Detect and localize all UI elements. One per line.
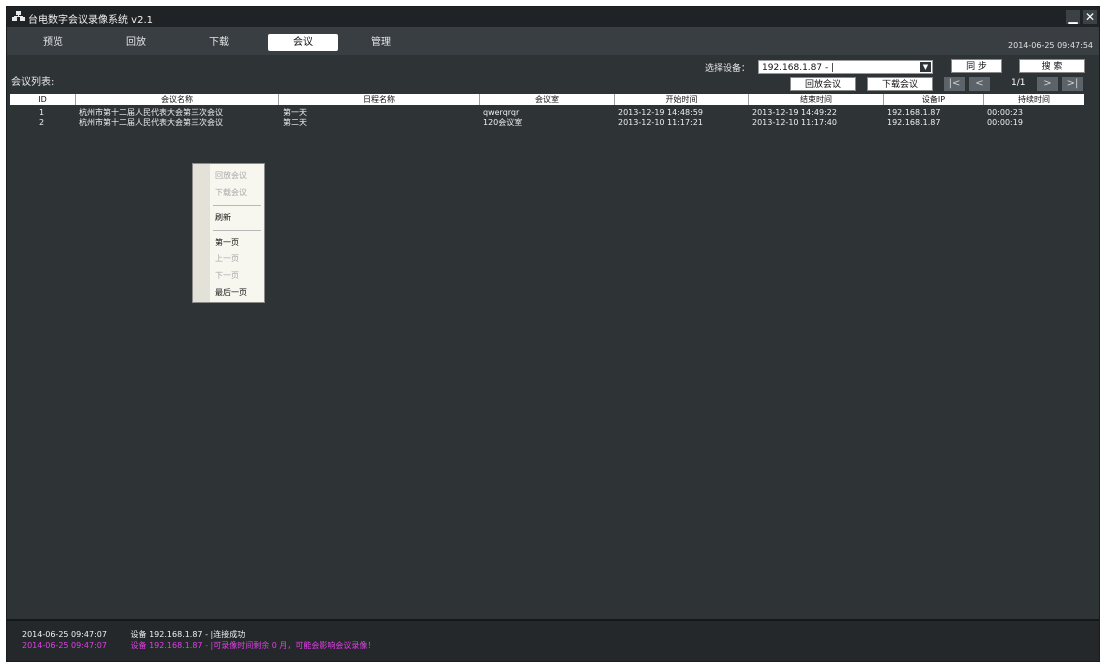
cell-duration: 00:00:23 <box>987 108 1023 117</box>
sync-button[interactable]: 同 步 <box>951 59 1002 73</box>
column-header-meeting-name[interactable]: 会议名称 <box>76 94 279 105</box>
cell-id: 1 <box>39 108 45 117</box>
log-timestamp: 2014-06-25 09:47:07 <box>22 641 107 650</box>
log-entry: 2014-06-25 09:47:07 设备 192.168.1.87 - |连… <box>22 629 245 640</box>
column-header-id[interactable]: ID <box>10 94 76 105</box>
menu-separator <box>213 205 261 206</box>
last-page-button[interactable]: >| <box>1062 77 1083 91</box>
menu-item-download-meeting[interactable]: 下载会议 <box>215 187 247 198</box>
table-header: ID 会议名称 日程名称 会议室 开始时间 结束时间 设备IP 持续时间 <box>10 94 1084 105</box>
cell-meeting-name: 杭州市第十二届人民代表大会第三次会议 <box>79 118 223 127</box>
device-select-value: 192.168.1.87 - | <box>762 63 835 73</box>
menu-item-first-page[interactable]: 第一页 <box>215 237 239 248</box>
column-header-device-ip[interactable]: 设备IP <box>884 94 984 105</box>
playback-meeting-button[interactable]: 回放会议 <box>790 77 856 91</box>
cell-meeting-name: 杭州市第十二届人民代表大会第三次会议 <box>79 108 223 117</box>
log-entry: 2014-06-25 09:47:07 设备 192.168.1.87 - |可… <box>22 640 375 651</box>
cell-room: qwerqrqr <box>483 108 520 117</box>
app-window: 台电数字会议录像系统 v2.1 ▁ ✕ 预览 回放 下载 会议 管理 2014-… <box>6 6 1100 662</box>
main-tab-bar: 预览 回放 下载 会议 管理 2014-06-25 09:47:54 <box>7 27 1099 55</box>
prev-page-button[interactable]: < <box>969 77 990 91</box>
column-header-room[interactable]: 会议室 <box>480 94 615 105</box>
cell-device-ip: 192.168.1.87 <box>887 108 941 117</box>
first-page-button[interactable]: |< <box>944 77 965 91</box>
column-header-end-time[interactable]: 结束时间 <box>749 94 884 105</box>
title-bar: 台电数字会议录像系统 v2.1 ▁ ✕ <box>7 7 1099 27</box>
chevron-down-icon[interactable]: ▼ <box>920 62 931 72</box>
log-message: 设备 192.168.1.87 - |可录像时间剩余 0 月，可能会影响会议录像… <box>130 641 376 650</box>
table-row[interactable]: 1 杭州市第十二届人民代表大会第三次会议 第一天 qwerqrqr 2013-1… <box>10 108 1084 118</box>
column-header-start-time[interactable]: 开始时间 <box>615 94 749 105</box>
tab-preview[interactable]: 预览 <box>18 34 88 51</box>
tab-playback[interactable]: 回放 <box>101 34 171 51</box>
system-clock: 2014-06-25 09:47:54 <box>1008 41 1093 50</box>
download-meeting-button[interactable]: 下载会议 <box>867 77 933 91</box>
menu-item-last-page[interactable]: 最后一页 <box>215 287 247 298</box>
log-panel: 2014-06-25 09:47:07 设备 192.168.1.87 - |连… <box>7 619 1099 661</box>
menu-item-playback-meeting[interactable]: 回放会议 <box>215 170 247 181</box>
next-page-button[interactable]: > <box>1037 77 1058 91</box>
column-header-duration[interactable]: 持续时间 <box>984 94 1084 105</box>
device-select[interactable]: 192.168.1.87 - | ▼ <box>758 60 933 74</box>
cell-device-ip: 192.168.1.87 <box>887 118 941 127</box>
close-button[interactable]: ✕ <box>1083 10 1097 24</box>
cell-agenda-name: 第一天 <box>283 108 307 117</box>
menu-item-refresh[interactable]: 刷新 <box>215 212 231 223</box>
meeting-list-label: 会议列表: <box>11 77 55 88</box>
context-menu: 回放会议 下载会议 刷新 第一页 上一页 下一页 最后一页 <box>192 163 265 303</box>
menu-item-next-page[interactable]: 下一页 <box>215 270 239 281</box>
app-title: 台电数字会议录像系统 v2.1 <box>28 15 153 26</box>
tab-meeting[interactable]: 会议 <box>268 34 338 51</box>
app-logo-icon <box>12 11 25 21</box>
menu-separator <box>213 230 261 231</box>
tab-download[interactable]: 下载 <box>184 34 254 51</box>
column-header-agenda-name[interactable]: 日程名称 <box>279 94 480 105</box>
search-button[interactable]: 搜 索 <box>1019 59 1085 73</box>
log-timestamp: 2014-06-25 09:47:07 <box>22 630 107 639</box>
cell-room: 120会议室 <box>483 118 523 127</box>
cell-id: 2 <box>39 118 45 127</box>
page-indicator: 1/1 <box>1011 78 1026 88</box>
log-message: 设备 192.168.1.87 - |连接成功 <box>130 630 246 639</box>
cell-agenda-name: 第二天 <box>283 118 307 127</box>
cell-end-time: 2013-12-19 14:49:22 <box>752 108 837 117</box>
context-menu-gutter <box>193 164 210 302</box>
tab-manage[interactable]: 管理 <box>346 34 416 51</box>
device-select-label: 选择设备： <box>705 64 751 74</box>
cell-duration: 00:00:19 <box>987 118 1023 127</box>
table-row[interactable]: 2 杭州市第十二届人民代表大会第三次会议 第二天 120会议室 2013-12-… <box>10 118 1084 128</box>
cell-start-time: 2013-12-19 14:48:59 <box>618 108 703 117</box>
minimize-button[interactable]: ▁ <box>1066 10 1080 24</box>
cell-start-time: 2013-12-10 11:17:21 <box>618 118 703 127</box>
menu-item-prev-page[interactable]: 上一页 <box>215 253 239 264</box>
cell-end-time: 2013-12-10 11:17:40 <box>752 118 837 127</box>
